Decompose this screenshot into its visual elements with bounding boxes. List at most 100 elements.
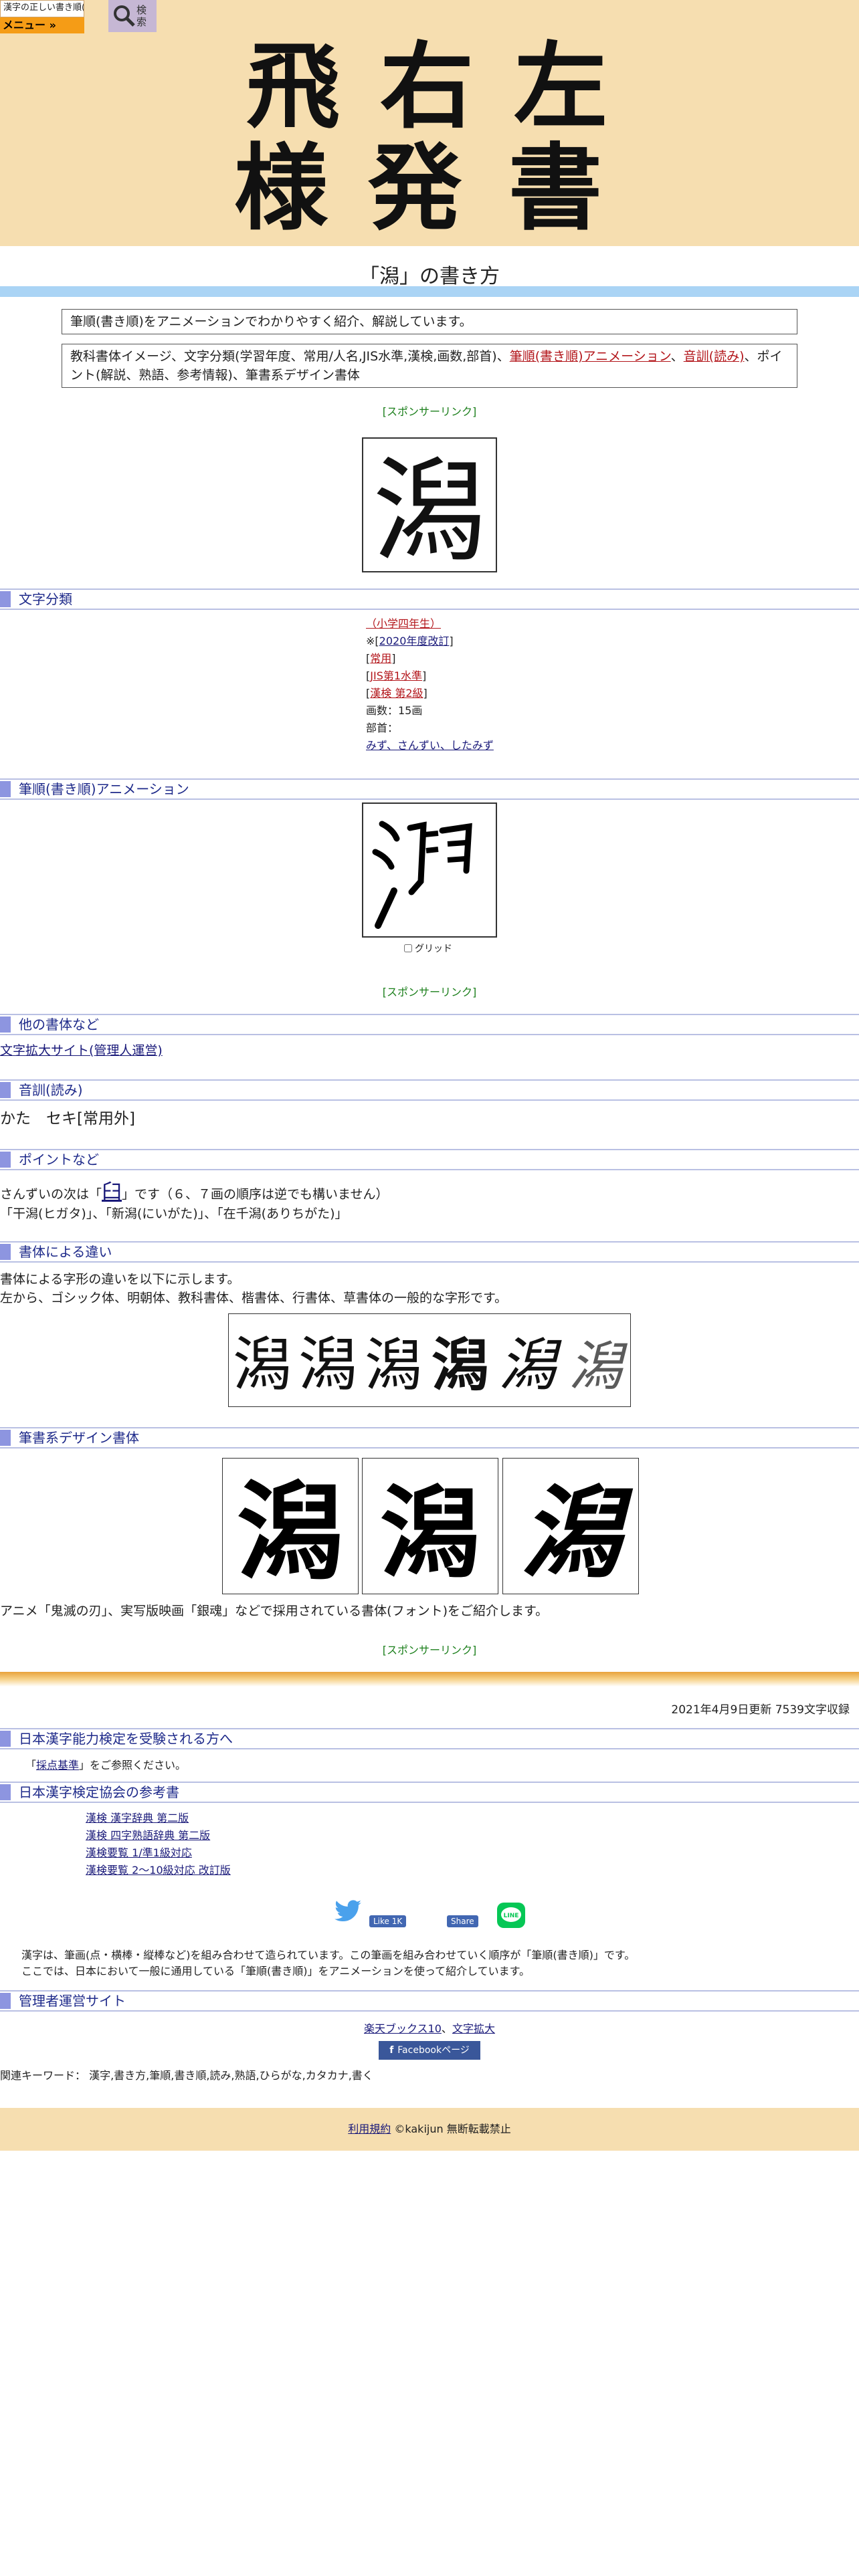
kanken-post: 」をご参照ください。 — [79, 1759, 187, 1772]
book-link[interactable]: 漢検要覧 2～10級対応 改訂版 — [86, 1864, 231, 1876]
zoom-link[interactable]: 文字拡大 — [452, 2022, 495, 2035]
logo-text: 漢字の正しい書き順(筆順) — [0, 0, 84, 17]
section-title: 他の書体など — [19, 1016, 99, 1033]
scoring-link[interactable]: 採点基準 — [36, 1759, 79, 1772]
site-logo[interactable]: 漢字の正しい書き順(筆順) メニュー » — [0, 0, 84, 33]
section-marker — [0, 1784, 11, 1800]
section-marker — [0, 1152, 11, 1168]
intro-text: 筆順(書き順)をアニメーションでわかりやすく紹介、解説しています。 — [70, 314, 472, 329]
stroke-order-frame — [372, 821, 472, 929]
features-sep: 、 — [670, 349, 684, 364]
brush-char-2: 潟 — [380, 1476, 480, 1592]
section-title: 日本漢字検定協会の参考書 — [19, 1784, 179, 1800]
section-title: 日本漢字能力検定を受験される方へ — [19, 1731, 233, 1747]
radical-link[interactable]: みず、さんずい、したみず — [366, 739, 494, 752]
kanken-grade-link[interactable]: 漢検 第2級 — [370, 687, 423, 700]
brush-font-2[interactable]: 潟 — [362, 1458, 498, 1594]
twitter-button[interactable] — [333, 1899, 363, 1923]
sponsor-link-2[interactable]: [スポンサーリンク] — [0, 983, 859, 999]
copyright: ©kakijun 無断転載禁止 — [394, 2123, 511, 2135]
brush-font-3[interactable]: 潟 — [502, 1458, 639, 1594]
section-marker — [0, 1993, 11, 2009]
grid-checkbox[interactable] — [404, 944, 412, 952]
kanji-char: 潟 — [373, 446, 486, 571]
jis-link[interactable]: JIS第1水準 — [370, 669, 422, 682]
section-title: 音訓(読み) — [19, 1082, 83, 1098]
fb-like-button[interactable]: Like 1K — [369, 1915, 407, 1927]
search-button[interactable]: 検索 — [108, 0, 157, 32]
features-text-1: 教科書体イメージ、文字分類(学習年度、常用/人名,JIS水準,漢検,画数,部首)… — [70, 349, 510, 364]
section-classification: 文字分類 — [0, 588, 859, 610]
header-banner: 漢字の正しい書き順(筆順) メニュー » 検索 飛 右 左 様 発 書 — [0, 0, 859, 246]
font-sample-gothic: 潟 — [233, 1330, 292, 1399]
terms-link[interactable]: 利用規約 — [348, 2123, 391, 2135]
point-text-b: 」です（６、７画の順序は逆でも構いません） — [122, 1187, 389, 1202]
rakuten-link[interactable]: 楽天ブックス10 — [364, 2022, 442, 2035]
facebook-icon: f — [389, 2045, 394, 2056]
book-link[interactable]: 漢検 四字熟語辞典 第二版 — [86, 1829, 210, 1842]
line-icon: LINE — [497, 1903, 525, 1928]
section-marker — [0, 781, 11, 797]
line-button[interactable]: LINE — [496, 1902, 526, 1929]
footer: 利用規約 ©kakijun 無断転載禁止 — [0, 2108, 859, 2151]
stroke-animation-canvas[interactable] — [362, 802, 497, 938]
section-kanken-ref: 日本漢字検定協会の参考書 — [0, 1782, 859, 1803]
section-title: 筆書系デザイン書体 — [19, 1430, 139, 1446]
page-title: 「潟」の書き方 — [359, 265, 500, 288]
section-title: 文字分類 — [19, 591, 72, 607]
book-link[interactable]: 漢検要覧 1/準1級対応 — [86, 1846, 192, 1859]
hero-char-2: 右 — [380, 33, 474, 142]
zoom-site-link[interactable]: 文字拡大サイト(管理人運営) — [0, 1043, 163, 1058]
search-icon — [114, 5, 135, 27]
section-brush: 筆書系デザイン書体 — [0, 1427, 859, 1448]
radical-label: 部首： — [366, 722, 399, 734]
section-title: 書体による違い — [19, 1244, 112, 1260]
book-link[interactable]: 漢検 漢字辞典 第二版 — [86, 1812, 189, 1824]
intro-box: 筆順(書き順)をアニメーションでわかりやすく紹介、解説しています。 — [62, 309, 797, 334]
reading-text: かた セキ[常用外] — [0, 1110, 135, 1128]
joyo-link[interactable]: 常用 — [370, 652, 391, 665]
facebook-page-label: Facebookページ — [397, 2045, 470, 2056]
font-sample-gyosho: 潟 — [498, 1332, 562, 1399]
section-kanken: 日本漢字能力検定を受験される方へ — [0, 1728, 859, 1749]
font-sample-kaisho: 潟 — [432, 1331, 489, 1399]
section-reading: 音訓(読み) — [0, 1079, 859, 1101]
facebook-page-button[interactable]: f Facebookページ — [379, 2041, 480, 2060]
section-point: ポイントなど — [0, 1149, 859, 1170]
fb-share-label: Share — [447, 1915, 478, 1927]
point-text-a: さんずいの次は「 — [0, 1187, 102, 1202]
brush-font-1[interactable]: 潟 — [222, 1458, 359, 1595]
textbook-kanji-image: 潟 — [362, 437, 497, 578]
line-label: LINE — [504, 1913, 519, 1919]
grid-toggle[interactable]: グリッド — [404, 942, 452, 955]
point-kanji-link[interactable]: 臼 — [102, 1180, 122, 1204]
section-marker — [0, 591, 11, 607]
section-marker — [0, 1082, 11, 1098]
twitter-icon — [335, 1900, 361, 1922]
admin-sep: 、 — [441, 2022, 452, 2035]
section-marker — [0, 1244, 11, 1260]
kanken-pre: 「 — [25, 1759, 37, 1772]
animation-link[interactable]: 筆順(書き順)アニメーション — [510, 349, 671, 364]
related-keywords: 関連キーワード： 漢字,書き方,筆順,書き順,読み,熟語,ひらがな,カタカナ,書… — [0, 2069, 373, 2082]
font-comparison-image: 潟 潟 潟 潟 潟 潟 — [228, 1313, 631, 1407]
fb-share-button[interactable]: Share — [447, 1915, 478, 1927]
hero-char-4: 様 — [234, 134, 328, 234]
description-line-1: 漢字は、筆画(点・横棒・縦棒など)を組み合わせて造られています。この筆画を組み合… — [21, 1949, 636, 1961]
sponsor-link-3[interactable]: [スポンサーリンク] — [0, 1641, 859, 1657]
revision-link[interactable]: 2020年度改訂 — [379, 635, 450, 647]
section-font-diff: 書体による違い — [0, 1241, 859, 1263]
section-animation: 筆順(書き順)アニメーション — [0, 778, 859, 800]
grade-link[interactable]: （小学四年生） — [366, 617, 441, 630]
font-sample-mincho: 潟 — [298, 1330, 357, 1399]
section-admin: 管理者運営サイト — [0, 1990, 859, 2012]
menu-button[interactable]: メニュー » — [0, 17, 84, 33]
sponsor-link-1[interactable]: [スポンサーリンク] — [0, 403, 859, 419]
kanken-note: 「採点基準」をご参照ください。 — [25, 1756, 186, 1772]
font-sample-sosho: 潟 — [569, 1335, 628, 1398]
font-diff-line-1: 書体による字形の違いを以下に示します。 — [0, 1272, 240, 1287]
brush-char-3: 潟 — [520, 1475, 634, 1592]
revision-prefix: ※ — [366, 635, 375, 647]
reading-link[interactable]: 音訓(読み) — [684, 349, 745, 364]
brush-caption: アニメ「鬼滅の刃」、実写版映画「銀魂」などで採用されている書体(フォント)をご紹… — [0, 1604, 549, 1618]
